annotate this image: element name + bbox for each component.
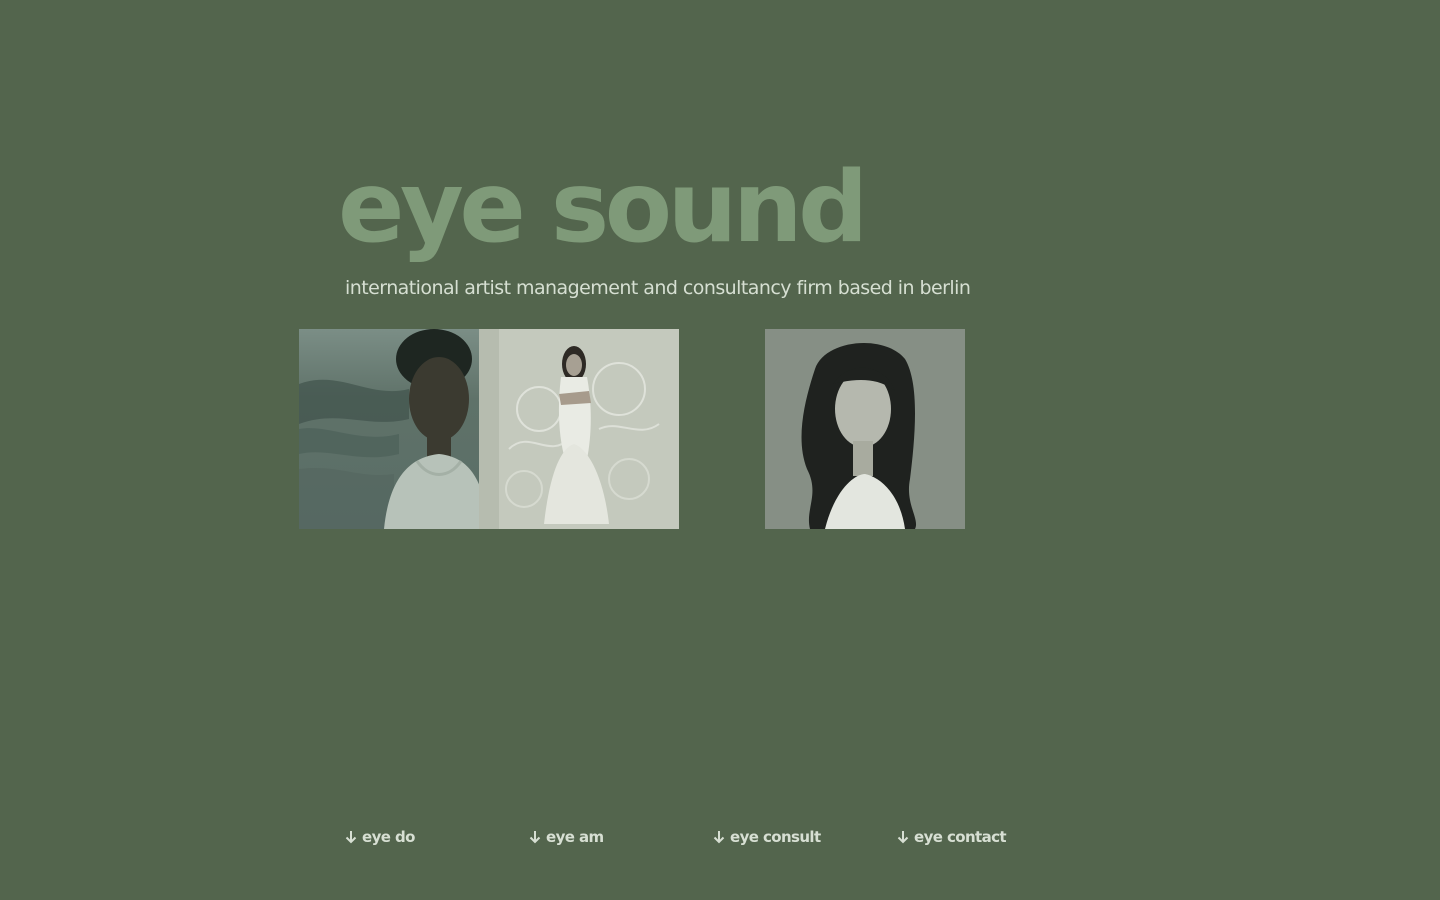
nav-eye-am[interactable]: eye am bbox=[529, 828, 604, 846]
artist-photo[interactable] bbox=[479, 329, 679, 529]
arrow-down-icon bbox=[529, 831, 541, 844]
arrow-down-icon bbox=[713, 831, 725, 844]
nav-label: eye do bbox=[362, 828, 415, 846]
nav-label: eye contact bbox=[914, 828, 1007, 846]
main-nav: eye do eye am eye consult eye contact bbox=[345, 828, 1085, 854]
page: eye sound international artist managemen… bbox=[0, 0, 1440, 900]
artist-photo[interactable] bbox=[765, 329, 965, 529]
arrow-down-icon bbox=[897, 831, 909, 844]
nav-eye-do[interactable]: eye do bbox=[345, 828, 415, 846]
artist-photo-image bbox=[299, 329, 499, 529]
nav-eye-consult[interactable]: eye consult bbox=[713, 828, 821, 846]
nav-eye-contact[interactable]: eye contact bbox=[897, 828, 1007, 846]
arrow-down-icon bbox=[345, 831, 357, 844]
artist-photo[interactable] bbox=[299, 329, 499, 529]
nav-label: eye consult bbox=[730, 828, 821, 846]
site-tagline: international artist management and cons… bbox=[345, 277, 971, 299]
artist-photo-image bbox=[479, 329, 679, 529]
nav-label: eye am bbox=[546, 828, 604, 846]
site-logo[interactable]: eye sound bbox=[338, 148, 868, 268]
artist-photo-image bbox=[765, 329, 965, 529]
